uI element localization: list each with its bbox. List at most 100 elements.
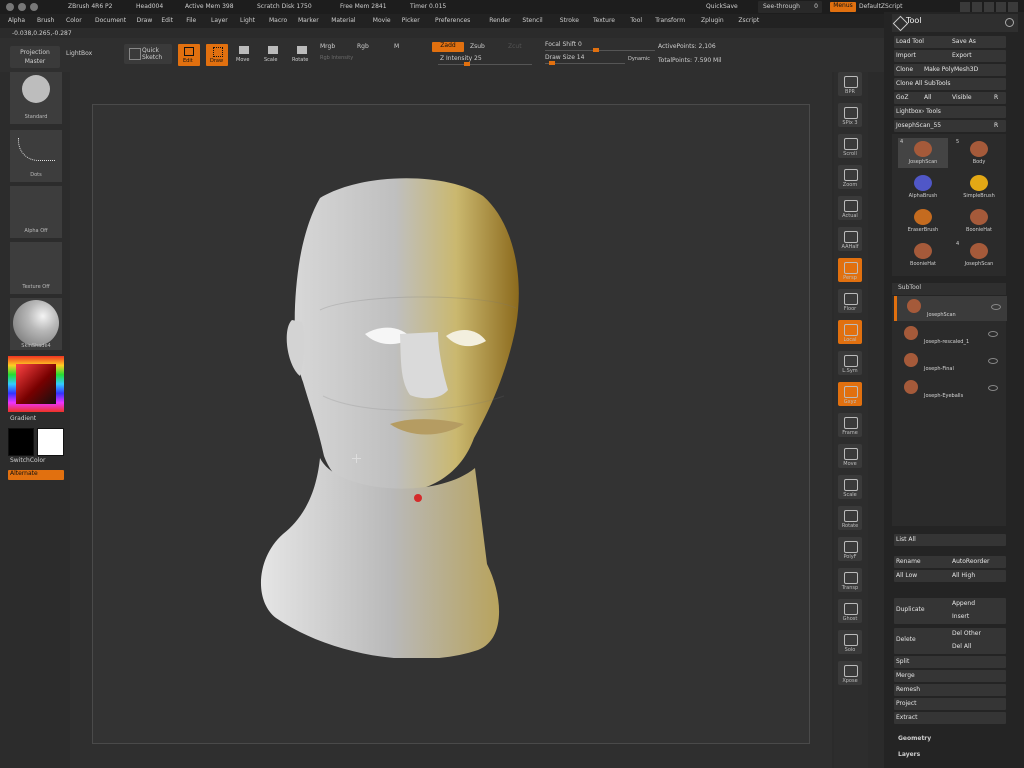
goz-visible-button[interactable]: Visible — [952, 94, 972, 101]
visibility-icon[interactable] — [988, 358, 998, 364]
insert-button[interactable]: Insert — [952, 613, 969, 620]
del-other-button[interactable]: Del Other — [952, 630, 981, 637]
alternate-button[interactable]: Alternate — [8, 470, 64, 480]
subtool-item[interactable]: JosephScan — [894, 296, 1007, 321]
menu-item-material[interactable]: Material — [331, 17, 355, 24]
menu-item-picker[interactable]: Picker — [402, 17, 420, 24]
rename-button[interactable]: Rename — [896, 558, 921, 565]
move-button[interactable]: Move — [235, 45, 253, 65]
tool-thumbnail[interactable]: BoonieHat — [898, 240, 948, 270]
color-picker[interactable] — [8, 356, 64, 412]
visibility-icon[interactable] — [988, 385, 998, 391]
brush-thumb[interactable]: Standard — [10, 72, 62, 124]
window-icons[interactable] — [960, 2, 1020, 12]
extract-row[interactable]: Extract — [894, 712, 1006, 724]
menus-button[interactable]: Menus — [830, 2, 856, 12]
merge-button[interactable]: Merge — [896, 672, 915, 679]
menu-item-stencil[interactable]: Stencil — [522, 17, 542, 24]
focal-shift-slider[interactable]: Focal Shift 0 — [545, 41, 655, 53]
zadd-button[interactable]: Zadd — [432, 42, 464, 52]
menu-item-stroke[interactable]: Stroke — [560, 17, 579, 24]
right-shelf-ghost[interactable]: Ghost — [838, 599, 862, 623]
maximize-icon[interactable] — [30, 3, 38, 11]
draw-button[interactable]: Draw — [206, 44, 228, 66]
panel-settings-icon[interactable] — [1005, 18, 1014, 27]
right-shelf-bpr[interactable]: BPR — [838, 72, 862, 96]
tool-thumbnail[interactable]: 5 Body — [954, 138, 1004, 168]
main-color-swatch[interactable] — [8, 428, 34, 456]
right-shelf-scale[interactable]: Scale — [838, 475, 862, 499]
project-button[interactable]: Project — [896, 700, 917, 707]
right-shelf-gxyz[interactable]: Gxyz — [838, 382, 862, 406]
alpha-thumb[interactable]: Alpha Off — [10, 186, 62, 238]
goz-button[interactable]: GoZ — [896, 94, 908, 101]
split-button[interactable]: Split — [896, 658, 909, 665]
quick-sketch-button[interactable]: Quick Sketch — [124, 44, 172, 64]
load-tool-button[interactable]: Load Tool — [896, 38, 924, 45]
append-button[interactable]: Append — [952, 600, 975, 607]
remesh-button[interactable]: Remesh — [896, 686, 920, 693]
close-icon[interactable] — [6, 3, 14, 11]
zcut-button[interactable]: Zcut — [508, 43, 522, 50]
goz-r-button[interactable]: R — [994, 94, 998, 101]
goz-row[interactable]: GoZ All Visible R — [894, 92, 1006, 104]
menu-item-zscript[interactable]: Zscript — [738, 17, 759, 24]
list-all-row[interactable]: List All — [894, 534, 1006, 546]
menu-item-color[interactable]: Color — [66, 17, 82, 24]
clone-all-row[interactable]: Clone All SubTools — [894, 78, 1006, 90]
right-shelf-zoom[interactable]: Zoom — [838, 165, 862, 189]
restore-window-icon[interactable] — [996, 2, 1006, 12]
draw-size-slider[interactable]: Draw Size 14 — [545, 54, 625, 66]
scale-button[interactable]: Scale — [264, 45, 282, 65]
rgb-button[interactable]: Rgb — [357, 43, 369, 50]
quicksave-button[interactable]: QuickSave — [706, 3, 738, 10]
zsub-button[interactable]: Zsub — [470, 43, 485, 50]
tool-thumbnail[interactable]: EraserBrush — [898, 206, 948, 236]
project-row[interactable]: Project — [894, 698, 1006, 710]
autoreorder-button[interactable]: AutoReorder — [952, 558, 990, 565]
right-shelf-move[interactable]: Move — [838, 444, 862, 468]
window-controls[interactable] — [6, 3, 46, 11]
help-icon[interactable] — [960, 2, 970, 12]
tool-thumbnail[interactable]: SimpleBrush — [954, 172, 1004, 202]
z-intensity-slider[interactable]: Z Intensity 25 — [438, 54, 532, 66]
make-polymesh-button[interactable]: Make PolyMesh3D — [924, 66, 978, 73]
right-shelf-floor[interactable]: Floor — [838, 289, 862, 313]
tool-thumbnail[interactable]: AlphaBrush — [898, 172, 948, 202]
menu-item-zplugin[interactable]: Zplugin — [701, 17, 724, 24]
layers-section[interactable]: Layers — [898, 751, 920, 758]
default-script[interactable]: DefaultZScript — [859, 3, 902, 10]
menu-item-alpha[interactable]: Alpha — [8, 17, 25, 24]
menu-item-layer[interactable]: Layer — [211, 17, 228, 24]
subtool-item[interactable]: Joseph-Eyeballs — [894, 377, 1004, 402]
import-button[interactable]: Import — [896, 52, 916, 59]
remesh-row[interactable]: Remesh — [894, 684, 1006, 696]
rename-row[interactable]: Rename AutoReorder — [894, 556, 1006, 568]
menu-item-file[interactable]: File — [186, 17, 196, 24]
current-tool-r-button[interactable]: R — [994, 122, 998, 129]
projection-master-button[interactable]: Projection Master — [10, 46, 60, 68]
geometry-section[interactable]: Geometry — [898, 735, 931, 742]
all-high-button[interactable]: All High — [952, 572, 975, 579]
dynamic-toggle[interactable]: Dynamic — [628, 56, 650, 62]
current-tool-row[interactable]: JosephScan_55 R — [894, 120, 1006, 132]
clone-all-subtools-button[interactable]: Clone All SubTools — [896, 80, 950, 87]
menu-item-render[interactable]: Render — [489, 17, 510, 24]
menu-item-edit[interactable]: Edit — [161, 17, 173, 24]
material-thumb[interactable]: SkinShade4 — [10, 298, 62, 350]
tool-thumbnail[interactable]: 4 JosephScan — [954, 240, 1004, 270]
right-shelf-local[interactable]: Local — [838, 320, 862, 344]
right-shelf-scroll[interactable]: Scroll — [838, 134, 862, 158]
right-shelf-persp[interactable]: Persp — [838, 258, 862, 282]
list-all-button[interactable]: List All — [896, 536, 916, 543]
see-through-slider[interactable]: See-through 0 — [758, 1, 822, 13]
menu-item-macro[interactable]: Macro — [269, 17, 287, 24]
clone-button[interactable]: Clone — [896, 66, 913, 73]
menu-item-light[interactable]: Light — [240, 17, 255, 24]
switch-color-button[interactable]: SwitchColor — [10, 457, 46, 464]
extract-button[interactable]: Extract — [896, 714, 918, 721]
edit-button[interactable]: Edit — [178, 44, 200, 66]
tool-thumbnail[interactable]: 4 JosephScan — [898, 138, 948, 168]
head-model[interactable] — [258, 176, 522, 660]
delete-button[interactable]: Delete — [896, 636, 916, 643]
